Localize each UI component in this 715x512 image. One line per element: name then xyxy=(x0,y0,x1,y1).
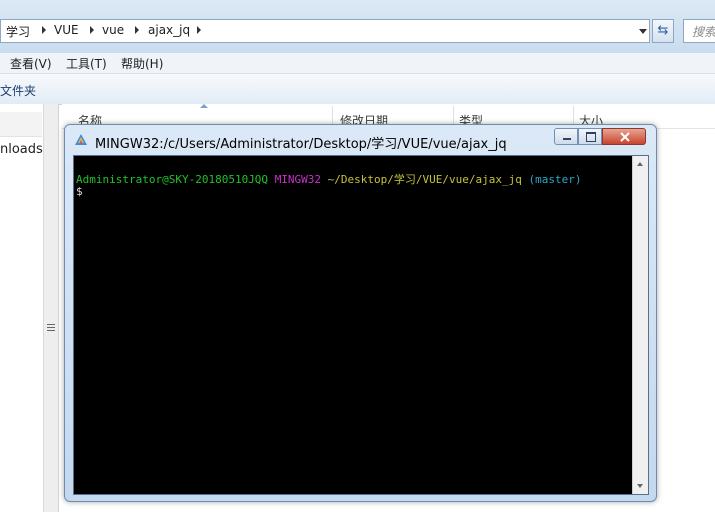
scroll-down-icon[interactable] xyxy=(637,484,643,488)
prompt-path: ~/Desktop/学习/VUE/vue/ajax_jq xyxy=(327,173,522,186)
breadcrumb-item[interactable]: ajax_jq xyxy=(148,23,190,37)
minimize-icon xyxy=(563,138,571,140)
close-button[interactable] xyxy=(602,128,646,145)
minimize-button[interactable] xyxy=(554,128,578,145)
breadcrumb-separator-icon[interactable] xyxy=(42,26,46,34)
prompt-line: Administrator@SKY-20180510JQQ MINGW32 ~/… xyxy=(76,171,581,187)
refresh-icon: ⇆ xyxy=(657,23,669,38)
new-folder-button[interactable]: 文件夹 xyxy=(0,82,36,99)
column-divider[interactable] xyxy=(332,106,333,126)
prompt-branch: (master) xyxy=(528,173,582,186)
column-divider[interactable] xyxy=(453,106,454,126)
prompt-user: Administrator@SKY-20180510JQQ xyxy=(76,173,269,186)
menu-bar: 查看(V) 工具(T) 帮助(H) xyxy=(0,53,715,74)
maximize-button[interactable] xyxy=(578,128,602,145)
menu-tools[interactable]: 工具(T) xyxy=(66,55,107,72)
address-bar-area: 学习 VUE vue ajax_jq ⇆ 搜索 xyxy=(0,0,715,54)
menu-help[interactable]: 帮助(H) xyxy=(121,55,163,72)
breadcrumb-separator-icon[interactable] xyxy=(197,26,201,34)
command-input-line[interactable]: $ xyxy=(76,185,83,198)
breadcrumb-item[interactable]: VUE xyxy=(54,23,79,37)
nav-pane-splitter[interactable] xyxy=(44,104,59,512)
sort-ascending-icon xyxy=(200,104,208,108)
command-bar: 文件夹 xyxy=(0,74,715,105)
nav-item-downloads[interactable]: nloads xyxy=(0,142,43,157)
breadcrumb-separator-icon[interactable] xyxy=(135,26,139,34)
splitter-grip-icon[interactable] xyxy=(47,324,55,334)
nav-pane-header xyxy=(0,112,42,137)
maximize-icon xyxy=(586,132,596,142)
column-divider[interactable] xyxy=(573,106,574,126)
navigation-pane: nloads xyxy=(0,104,44,512)
menu-view[interactable]: 查看(V) xyxy=(10,55,52,72)
terminal-window[interactable]: MINGW32:/c/Users/Administrator/Desktop/学… xyxy=(64,124,657,502)
search-placeholder: 搜索 xyxy=(692,25,715,39)
address-bar[interactable]: 学习 VUE vue ajax_jq xyxy=(0,19,650,43)
breadcrumb-item[interactable]: vue xyxy=(102,23,124,37)
breadcrumb-separator-icon[interactable] xyxy=(90,26,94,34)
git-bash-icon xyxy=(75,134,87,145)
scroll-up-icon[interactable] xyxy=(637,162,643,166)
close-icon xyxy=(620,132,630,142)
breadcrumb-item[interactable]: 学习 xyxy=(6,23,30,40)
terminal-scrollbar[interactable] xyxy=(632,156,648,494)
window-title: MINGW32:/c/Users/Administrator/Desktop/学… xyxy=(95,137,507,152)
terminal-console[interactable]: Administrator@SKY-20180510JQQ MINGW32 ~/… xyxy=(73,155,649,495)
search-input[interactable]: 搜索 xyxy=(683,19,715,43)
refresh-button[interactable]: ⇆ xyxy=(652,19,674,43)
prompt-env: MINGW32 xyxy=(274,173,322,186)
address-dropdown-icon[interactable] xyxy=(639,29,647,34)
